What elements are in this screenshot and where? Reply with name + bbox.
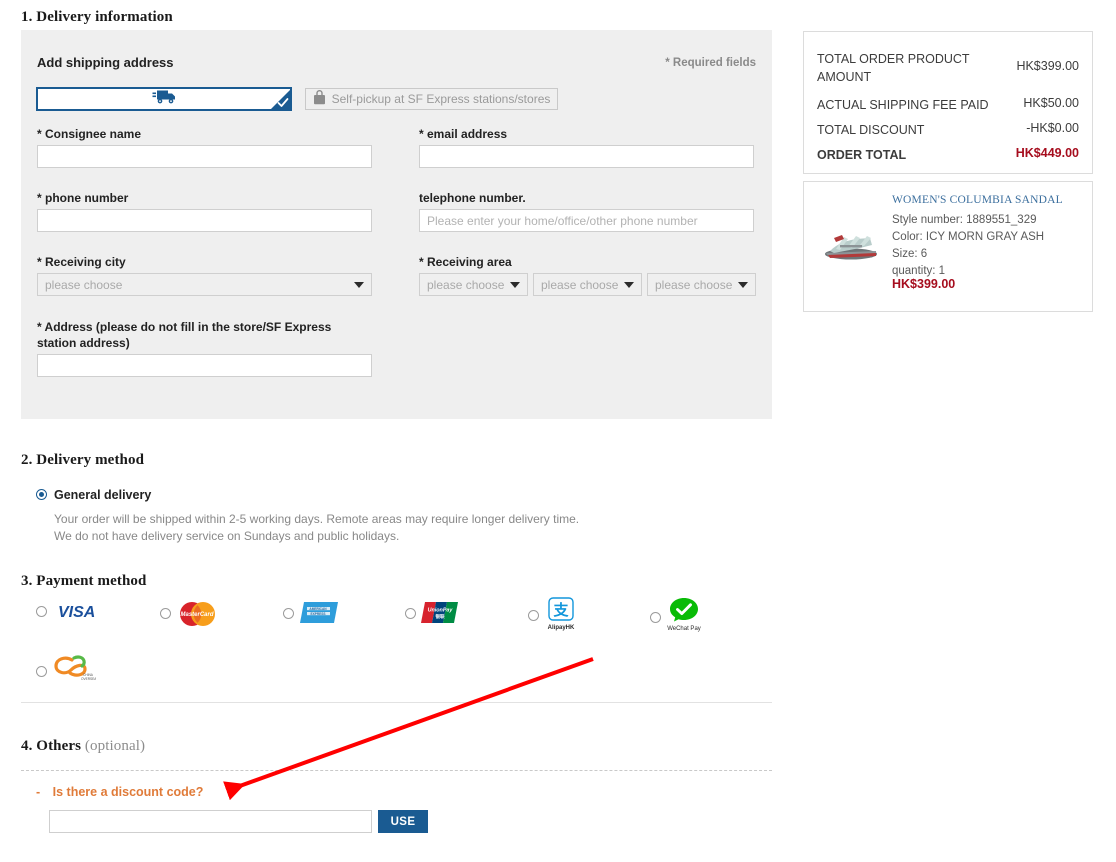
label-phone-number: * phone number: [37, 191, 129, 205]
label-receiving-city: * Receiving city: [37, 255, 126, 269]
label-receiving-area: * Receiving area: [419, 255, 512, 269]
separator-solid: [21, 702, 772, 703]
svg-text:MasterCard: MasterCard: [180, 612, 213, 618]
radio-payment-wechatpay[interactable]: [650, 612, 661, 623]
radio-payment-chinapay[interactable]: [36, 666, 47, 677]
general-delivery-description-line1: Your order will be shipped within 2-5 wo…: [54, 512, 580, 526]
summary-label-shipping-fee: ACTUAL SHIPPING FEE PAID: [817, 98, 989, 112]
section-title-delivery-information: 1. Delivery information: [21, 9, 173, 25]
summary-value-product-amount: HK$399.00: [1016, 59, 1079, 73]
svg-text:AMERICAN: AMERICAN: [309, 607, 327, 611]
discount-code-toggle-label: Is there a discount code?: [52, 785, 204, 799]
summary-row-product-amount: TOTAL ORDER PRODUCT AMOUNT HK$399.00: [817, 50, 1079, 84]
tab-self-pickup-label: Self-pickup at SF Express stations/store…: [331, 92, 551, 106]
alipayhk-label: AlipayHK: [547, 625, 575, 631]
receiving-area-select-1[interactable]: please choose: [419, 273, 528, 296]
unionpay-logo[interactable]: UnionPay 银联: [420, 600, 462, 625]
label-consignee-name: * Consignee name: [37, 127, 142, 141]
product-price: HK$399.00: [892, 277, 956, 291]
discount-dash: -: [36, 785, 41, 799]
section-title-others-optional: (optional): [84, 738, 146, 754]
summary-label-product-amount: TOTAL ORDER PRODUCT AMOUNT: [817, 52, 970, 85]
product-meta: Style number: 1889551_329 Color: ICY MOR…: [892, 212, 1044, 280]
receiving-area-select-2-value: please choose: [541, 277, 619, 292]
tab-delivery-option[interactable]: [36, 87, 292, 111]
address-input[interactable]: [37, 354, 372, 377]
amex-logo[interactable]: AMERICAN EXPRESS: [298, 600, 340, 625]
shopping-bag-icon: [313, 90, 326, 108]
summary-label-order-total: ORDER TOTAL: [817, 148, 907, 162]
radio-payment-alipayhk[interactable]: [528, 610, 539, 621]
radio-general-delivery[interactable]: [36, 489, 47, 500]
product-name[interactable]: WOMEN'S COLUMBIA SANDAL: [892, 194, 1063, 206]
chevron-down-icon: [354, 281, 364, 288]
email-address-input[interactable]: [419, 145, 754, 168]
radio-payment-unionpay[interactable]: [405, 608, 416, 619]
chinapay-logo[interactable]: CHINA OVERSEAS: [52, 654, 96, 684]
wechatpay-label: WeChat Pay: [667, 626, 701, 632]
svg-text:OVERSEAS: OVERSEAS: [81, 677, 96, 681]
check-icon: [277, 98, 289, 107]
phone-number-input[interactable]: [37, 209, 372, 232]
product-color: Color: ICY MORN GRAY ASH: [892, 231, 1045, 244]
section-title-others-main: 4. Others: [21, 738, 82, 754]
order-product-card: WOMEN'S COLUMBIA SANDAL Style number: 18…: [803, 181, 1093, 312]
svg-text:银联: 银联: [434, 613, 445, 620]
telephone-number-input[interactable]: [419, 209, 754, 232]
section-title-delivery-method: 2. Delivery method: [21, 452, 145, 468]
product-style-number: Style number: 1889551_329: [892, 214, 1037, 226]
receiving-city-select-value: please choose: [45, 277, 123, 292]
chevron-down-icon: [624, 281, 634, 288]
mastercard-logo[interactable]: MasterCard: [176, 601, 218, 627]
label-address: * Address (please do not fill in the sto…: [37, 320, 332, 351]
receiving-area-select-3-value: please choose: [655, 277, 733, 292]
radio-payment-amex[interactable]: [283, 608, 294, 619]
label-email-address: * email address: [419, 127, 508, 141]
summary-value-shipping-fee: HK$50.00: [1023, 96, 1079, 110]
consignee-name-input[interactable]: [37, 145, 372, 168]
section-title-payment-method: 3. Payment method: [21, 573, 147, 589]
summary-value-total-discount: -HK$0.00: [1026, 121, 1079, 135]
tab-self-pickup-option[interactable]: Self-pickup at SF Express stations/store…: [305, 88, 558, 110]
alipay-logo[interactable]: 支: [546, 596, 576, 626]
discount-code-input[interactable]: [49, 810, 372, 833]
discount-code-toggle[interactable]: - Is there a discount code?: [36, 785, 203, 799]
product-thumbnail: [820, 215, 882, 265]
truck-icon: [152, 89, 176, 109]
summary-label-total-discount: TOTAL DISCOUNT: [817, 123, 925, 137]
product-size: Size: 6: [892, 248, 928, 261]
svg-text:支: 支: [552, 601, 569, 619]
chevron-down-icon: [510, 281, 520, 288]
summary-value-order-total: HK$449.00: [1015, 146, 1079, 160]
checkout-page: 1. Delivery information Add shipping add…: [0, 0, 1116, 862]
label-telephone-number: telephone number.: [419, 191, 526, 205]
use-discount-button[interactable]: USE: [378, 810, 428, 833]
receiving-city-select[interactable]: please choose: [37, 273, 372, 296]
panel-title-add-shipping-address: Add shipping address: [37, 55, 174, 70]
receiving-area-select-1-value: please choose: [427, 277, 505, 292]
visa-logo[interactable]: VISA: [55, 601, 113, 621]
general-delivery-description: Your order will be shipped within 2-5 wo…: [54, 511, 579, 545]
svg-text:EXPRESS: EXPRESS: [310, 612, 325, 616]
svg-text:UnionPay: UnionPay: [428, 608, 454, 614]
radio-payment-visa[interactable]: [36, 606, 47, 617]
chevron-down-icon: [738, 281, 748, 288]
svg-text:VISA: VISA: [58, 604, 95, 621]
separator-dashed: [21, 770, 772, 771]
receiving-area-select-3[interactable]: please choose: [647, 273, 756, 296]
general-delivery-description-line2: We do not have delivery service on Sunda…: [54, 529, 400, 544]
receiving-area-select-2[interactable]: please choose: [533, 273, 642, 296]
radio-payment-mastercard[interactable]: [160, 608, 171, 619]
required-fields-note: * Required fields: [665, 57, 756, 69]
section-title-others: 4. Others (optional): [21, 738, 145, 755]
label-general-delivery: General delivery: [54, 488, 152, 502]
wechatpay-logo[interactable]: [668, 597, 700, 623]
order-summary-box: TOTAL ORDER PRODUCT AMOUNT HK$399.00 ACT…: [803, 31, 1093, 174]
